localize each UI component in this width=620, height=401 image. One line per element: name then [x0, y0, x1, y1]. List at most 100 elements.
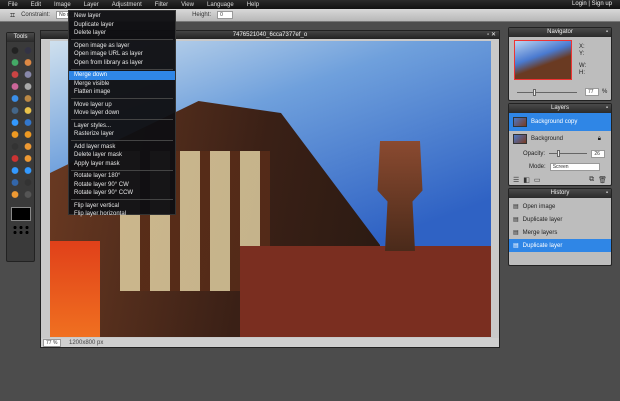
tool-6-icon[interactable] [10, 82, 20, 91]
tool-12-icon[interactable] [10, 118, 20, 127]
tool-22-icon[interactable] [10, 178, 20, 187]
menu-item[interactable]: Rotate layer 90° CCW [69, 189, 175, 198]
tool-9-icon[interactable] [23, 94, 33, 103]
menu-item[interactable]: Apply layer mask [69, 160, 175, 169]
foreground-color-swatch[interactable] [10, 207, 31, 221]
tool-11-icon[interactable] [23, 106, 33, 115]
signup-link[interactable]: Sign up [592, 1, 612, 7]
layer-row-background-copy[interactable]: Background copy [509, 113, 611, 131]
menu-help[interactable]: Help [247, 2, 259, 8]
water-tower [377, 141, 423, 251]
menu-item[interactable]: Duplicate layer [69, 21, 175, 30]
tool-21-icon[interactable] [23, 166, 33, 175]
layer-name: Background copy [531, 119, 578, 125]
tool-25-icon[interactable] [23, 190, 33, 199]
menu-adjustment[interactable]: Adjustment [112, 2, 142, 8]
history-item[interactable]: ▤ Duplicate layer [509, 213, 611, 226]
collapse-icon[interactable]: ▪ [606, 189, 608, 198]
menu-bar: File Edit Image Layer Adjustment Filter … [0, 0, 620, 9]
height-input[interactable]: 0 [217, 11, 234, 19]
tool-24-icon[interactable] [10, 190, 20, 199]
layer-styles-icon[interactable]: ☰ [513, 176, 519, 184]
blend-mode-select[interactable]: Screen [549, 162, 600, 171]
tool-5-icon[interactable] [23, 70, 33, 79]
menu-item[interactable]: Open image as layer [69, 42, 175, 51]
delete-layer-icon[interactable]: 🗑︎ [598, 176, 607, 184]
navigator-thumbnail[interactable] [514, 40, 572, 80]
tool-16-icon[interactable] [10, 142, 20, 151]
tool-20-icon[interactable] [10, 166, 20, 175]
history-panel: History ▪ ▤ Open image ▤ Duplicate layer ▤ Mer… [508, 188, 612, 266]
menu-separator [71, 39, 173, 40]
menu-item[interactable]: Layer styles... [69, 122, 175, 131]
menu-item[interactable]: Merge visible [69, 80, 175, 89]
nav-y: Y: [579, 51, 585, 57]
tool-10-icon[interactable] [10, 106, 20, 115]
menu-item[interactable]: Rotate layer 90° CW [69, 181, 175, 190]
zoom-slider[interactable] [517, 89, 577, 96]
menu-image[interactable]: Image [54, 2, 71, 8]
history-step-icon: ▤ [513, 230, 519, 236]
image-title: 7476521040_6cca7377ef_o [232, 32, 308, 38]
menu-item[interactable]: Delete layer [69, 29, 175, 38]
layer-row-background[interactable]: Background 🔒︎ [509, 131, 611, 147]
menu-language[interactable]: Language [207, 2, 234, 8]
opacity-slider[interactable] [549, 150, 588, 157]
collapse-icon[interactable]: ▪ [606, 28, 608, 37]
menu-edit[interactable]: Edit [31, 2, 41, 8]
menu-item[interactable]: Merge down [69, 71, 175, 80]
crop-icon: ⌗ [10, 9, 16, 20]
tool-1-icon[interactable] [23, 46, 33, 55]
tool-0-icon[interactable] [10, 46, 20, 55]
menu-item[interactable]: Rotate layer 180° [69, 172, 175, 181]
layer-actions: ☰ ◧ ▭ ⧉ 🗑︎ [509, 173, 611, 186]
height-label: Height: [192, 12, 212, 18]
menu-item[interactable]: Move layer down [69, 109, 175, 118]
opacity-input[interactable]: 26 [591, 149, 605, 158]
menu-item[interactable]: Flip layer horizontal [69, 210, 175, 219]
tools-panel: Tools [6, 32, 35, 262]
tool-15-icon[interactable] [23, 130, 33, 139]
tool-17-icon[interactable] [23, 142, 33, 151]
tool-8-icon[interactable] [10, 94, 20, 103]
menu-layer[interactable]: Layer [84, 2, 99, 8]
tool-3-icon[interactable] [23, 58, 33, 67]
constraint-label: Constraint: [21, 12, 51, 18]
collapse-icon[interactable]: ▪ [606, 104, 608, 113]
menu-item[interactable]: Move layer up [69, 101, 175, 110]
color-palette-icon[interactable] [11, 225, 30, 235]
window-controls-icon[interactable]: ▫ ✕ [487, 31, 496, 39]
menu-item[interactable]: Open image URL as layer [69, 50, 175, 59]
tool-13-icon[interactable] [23, 118, 33, 127]
nav-w: W: [579, 63, 587, 69]
menu-item[interactable]: New layer [69, 12, 175, 21]
login-link[interactable]: Login [572, 1, 587, 7]
nav-zoom-input[interactable]: 77 [585, 88, 599, 96]
navigator-panel: Navigator ▪ X: Y: W: H: 77 % [508, 27, 612, 101]
menu-filter[interactable]: Filter [155, 2, 168, 8]
menu-item[interactable]: Open from library as layer [69, 59, 175, 68]
history-item[interactable]: ▤ Duplicate layer [509, 239, 611, 252]
menu-file[interactable]: File [8, 2, 18, 8]
new-layer-icon[interactable]: ⧉ [589, 176, 594, 184]
tool-4-icon[interactable] [10, 70, 20, 79]
folder-icon[interactable]: ▭ [534, 176, 541, 184]
menu-item[interactable]: Flatten image [69, 88, 175, 97]
menu-item[interactable]: Add layer mask [69, 143, 175, 152]
tool-7-icon[interactable] [23, 82, 33, 91]
history-step-icon: ▤ [513, 217, 519, 223]
history-item[interactable]: ▤ Open image [509, 200, 611, 213]
menu-item[interactable]: Rasterize layer [69, 130, 175, 139]
tool-18-icon[interactable] [10, 154, 20, 163]
menu-item[interactable]: Delete layer mask [69, 151, 175, 160]
history-item[interactable]: ▤ Merge layers [509, 226, 611, 239]
menu-separator [71, 98, 173, 99]
zoom-input[interactable]: 77 % [43, 338, 61, 347]
tool-23-icon[interactable] [23, 178, 33, 187]
tool-2-icon[interactable] [10, 58, 20, 67]
mask-icon[interactable]: ◧ [523, 176, 530, 184]
tool-14-icon[interactable] [10, 130, 20, 139]
tool-19-icon[interactable] [23, 154, 33, 163]
menu-item[interactable]: Flip layer vertical [69, 202, 175, 211]
menu-view[interactable]: View [181, 2, 194, 8]
